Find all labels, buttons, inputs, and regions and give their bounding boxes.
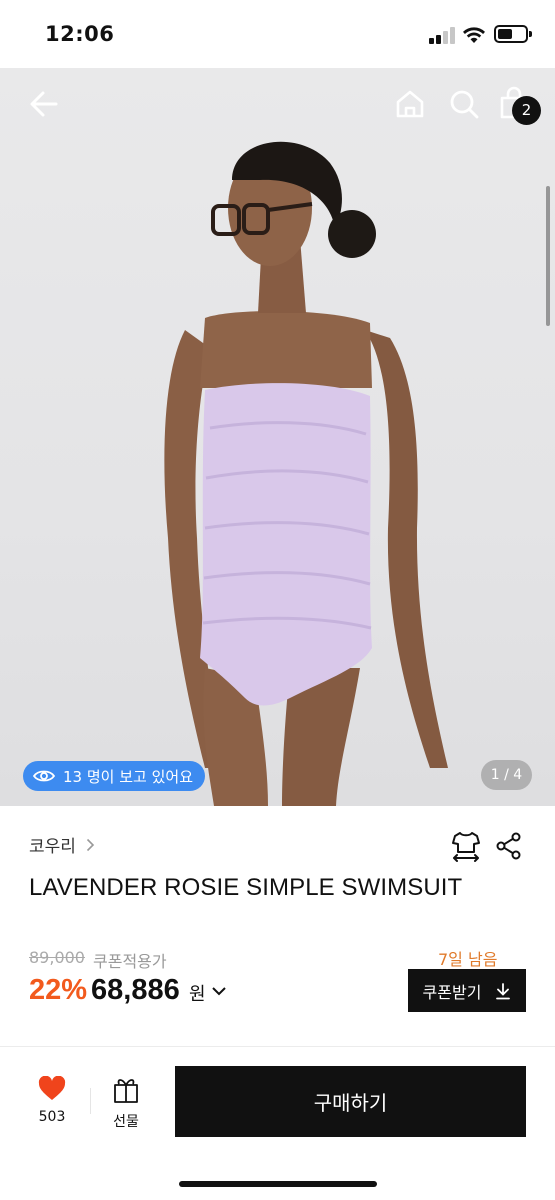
live-viewers-badge: 13 명이 보고 있어요 [23,761,205,791]
chevron-right-icon [86,838,95,851]
download-icon [496,982,511,999]
gift-button[interactable]: 선물 [104,1076,148,1131]
get-coupon-button[interactable]: 쿠폰받기 [408,969,526,1012]
heart-icon [38,1075,66,1100]
home-icon[interactable] [392,86,428,122]
sale-price: 68,886 [91,974,180,1006]
discount-rate: 22% [29,974,88,1006]
product-image-gallery[interactable] [0,68,555,806]
size-guide-icon[interactable] [451,830,481,862]
gift-label: 선물 [113,1114,139,1130]
viewers-text: 13 명이 보고 있어요 [63,767,193,786]
scroll-indicator [546,186,550,326]
get-coupon-label: 쿠폰받기 [422,982,482,1002]
brand-link[interactable]: 코우리 [29,832,95,857]
like-button[interactable]: 503 [24,1075,80,1125]
product-title: LAVENDER ROSIE SIMPLE SWIMSUIT [29,874,463,901]
buy-button[interactable]: 구매하기 [175,1066,526,1137]
image-counter: 1 / 4 [481,760,532,790]
search-icon[interactable] [446,86,482,122]
coupon-applied-label: 쿠폰적용가 [93,952,167,971]
brand-name: 코우리 [29,837,76,857]
product-photo [164,141,448,806]
cellular-signal-icon [429,26,455,44]
share-icon[interactable] [495,832,523,860]
original-price: 89,000 [29,948,85,967]
coupon-days-left: 7일 남음 [438,950,498,969]
battery-icon [494,25,532,43]
section-divider [0,1046,555,1047]
price-unit: 원 [189,984,206,1005]
bottom-divider [90,1088,91,1114]
like-count: 503 [38,1109,66,1125]
home-indicator [179,1181,377,1187]
gift-icon [114,1079,138,1103]
status-time: 12:06 [45,22,115,46]
cart-count-badge: 2 [512,96,541,125]
wifi-icon [463,27,485,43]
back-arrow-icon[interactable] [26,86,62,122]
status-bar: 12:06 [0,0,555,68]
eye-icon [33,770,55,782]
chevron-down-icon[interactable] [211,984,227,998]
